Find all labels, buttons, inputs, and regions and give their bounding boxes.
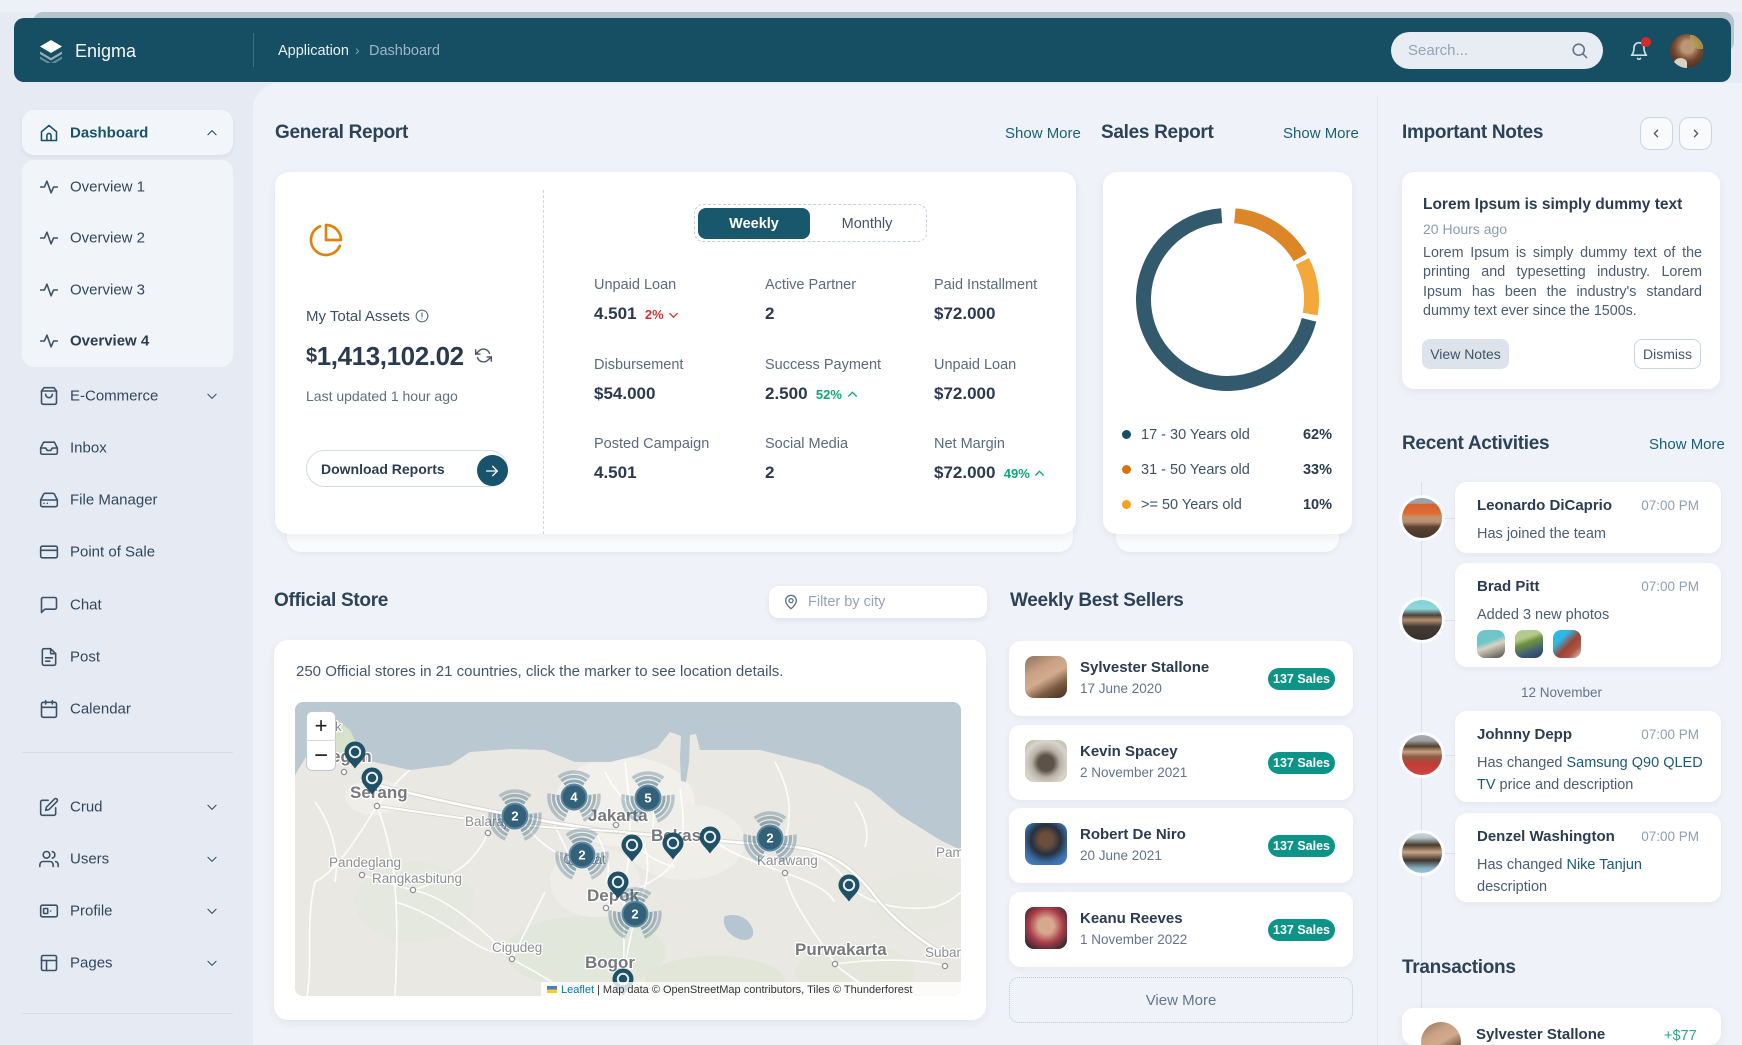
svg-text:4: 4 — [570, 790, 578, 805]
svg-text:Bogor: Bogor — [585, 953, 635, 972]
svg-text:| Map data © OpenStreetMap con: | Map data © OpenStreetMap contributors,… — [597, 984, 912, 996]
svg-text:Purwakarta: Purwakarta — [795, 940, 887, 959]
svg-text:Rangkasbitung: Rangkasbitung — [372, 871, 462, 886]
svg-text:2: 2 — [631, 907, 638, 922]
svg-text:Subang: Subang — [925, 945, 961, 960]
svg-text:Pandeglang: Pandeglang — [329, 855, 401, 870]
svg-text:2: 2 — [766, 831, 773, 846]
svg-text:2: 2 — [578, 848, 585, 863]
svg-text:2: 2 — [511, 809, 518, 824]
svg-text:Cigudeg: Cigudeg — [492, 940, 542, 955]
svg-text:k: k — [335, 719, 342, 734]
svg-text:Leaflet: Leaflet — [561, 984, 594, 996]
svg-text:Pama: Pama — [936, 845, 961, 860]
svg-text:5: 5 — [644, 791, 651, 806]
